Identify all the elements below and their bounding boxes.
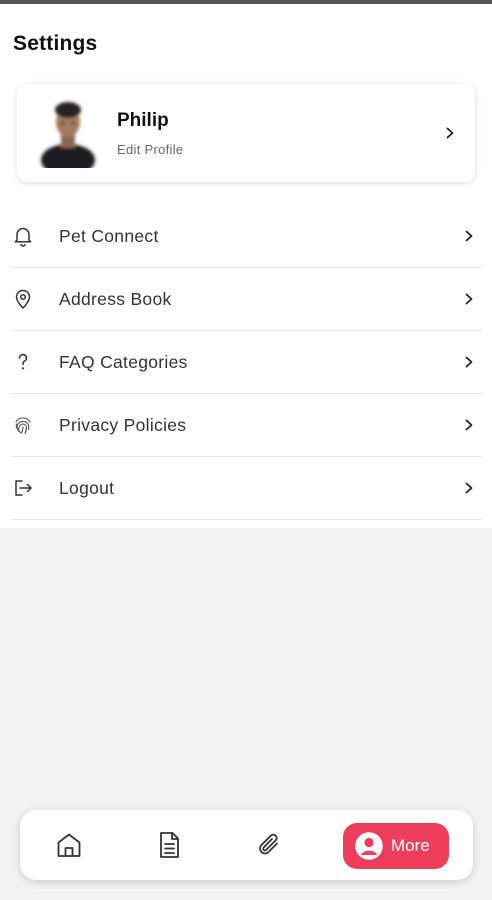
menu-item-pet-connect[interactable]: Pet Connect: [12, 205, 482, 268]
logout-icon: [12, 477, 34, 499]
settings-menu: Pet Connect Address Book FAQ Categories …: [12, 205, 482, 520]
question-icon: [12, 351, 34, 373]
menu-item-label: Address Book: [59, 289, 172, 309]
profile-card[interactable]: Philip Edit Profile: [17, 84, 475, 182]
page-title: Settings: [13, 32, 98, 55]
more-tab-label: More: [391, 836, 430, 855]
location-pin-icon: [12, 288, 34, 310]
menu-item-logout[interactable]: Logout: [12, 457, 482, 520]
menu-item-label: FAQ Categories: [59, 352, 188, 372]
bottom-navigation: More: [20, 810, 473, 880]
avatar: [37, 98, 99, 168]
user-circle-icon: [355, 832, 383, 860]
menu-item-label: Logout: [59, 478, 115, 498]
chevron-right-icon: [462, 229, 476, 243]
chevron-right-icon: [462, 481, 476, 495]
menu-item-address-book[interactable]: Address Book: [12, 268, 482, 331]
home-icon[interactable]: [53, 829, 85, 861]
more-tab-button[interactable]: More: [343, 823, 449, 869]
chevron-right-icon: [462, 355, 476, 369]
menu-item-faq-categories[interactable]: FAQ Categories: [12, 331, 482, 394]
document-icon[interactable]: [153, 829, 185, 861]
menu-item-label: Pet Connect: [59, 226, 159, 246]
edit-profile-link[interactable]: Edit Profile: [117, 142, 183, 157]
chevron-right-icon: [462, 292, 476, 306]
paperclip-icon[interactable]: [253, 829, 285, 861]
menu-item-privacy-policies[interactable]: Privacy Policies: [12, 394, 482, 457]
menu-item-label: Privacy Policies: [59, 415, 187, 435]
chevron-right-icon: [443, 126, 457, 140]
chevron-right-icon: [462, 418, 476, 432]
profile-name: Philip: [117, 110, 169, 131]
bell-icon: [12, 225, 34, 247]
settings-page: Settings Philip Edit Profile Pet Connect…: [0, 4, 492, 528]
fingerprint-icon: [12, 414, 34, 436]
